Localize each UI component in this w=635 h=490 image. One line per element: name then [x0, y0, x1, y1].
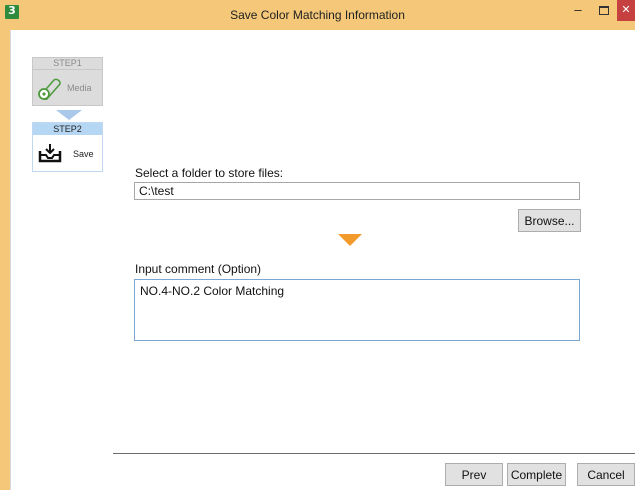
step-label: STEP2 — [33, 123, 102, 135]
footer-divider — [113, 453, 635, 454]
media-roll-icon — [38, 78, 61, 100]
folder-path-input[interactable] — [134, 182, 580, 200]
step-connector-arrow — [56, 110, 82, 120]
maximize-icon — [599, 6, 609, 15]
cancel-button[interactable]: Cancel — [577, 463, 635, 486]
maximize-button[interactable] — [591, 0, 617, 21]
prev-button[interactable]: Prev — [445, 463, 503, 486]
window-title: Save Color Matching Information — [230, 8, 405, 22]
folder-label: Select a folder to store files: — [135, 166, 284, 180]
close-icon: ✕ — [621, 4, 631, 16]
comment-input[interactable]: NO.4-NO.2 Color Matching — [134, 279, 580, 341]
step-label: STEP1 — [33, 58, 102, 70]
comment-label: Input comment (Option) — [135, 262, 262, 276]
save-tray-icon — [38, 144, 62, 163]
browse-button[interactable]: Browse... — [518, 209, 581, 232]
step-card-media: STEP1 Media — [32, 57, 103, 106]
title-bar: 3 Save Color Matching Information – ✕ — [0, 0, 635, 30]
close-button[interactable]: ✕ — [617, 0, 635, 21]
complete-button[interactable]: Complete — [507, 463, 566, 486]
step-name: Media — [67, 83, 92, 93]
minimize-button[interactable]: – — [565, 0, 591, 21]
window-frame-left — [0, 30, 10, 490]
step-card-save: STEP2 Save — [32, 122, 103, 172]
minimize-icon: – — [574, 2, 582, 17]
down-arrow-icon — [338, 234, 362, 246]
step-name: Save — [73, 149, 94, 159]
